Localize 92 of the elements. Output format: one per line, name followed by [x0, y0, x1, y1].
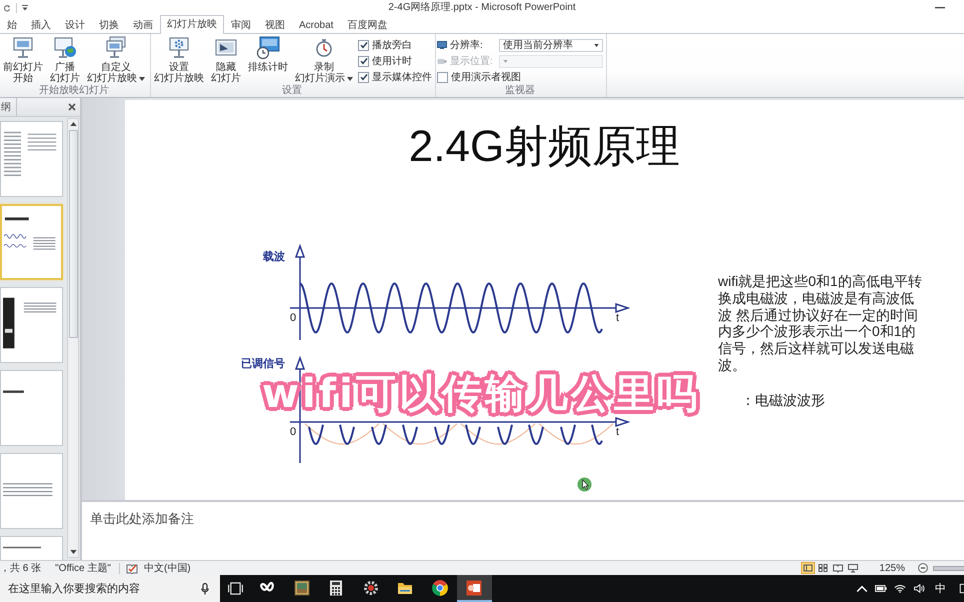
screen-clock-icon: [256, 36, 280, 60]
ribbon-button[interactable]: 自定义 幻灯片放映: [85, 36, 147, 84]
ribbon-tab[interactable]: 插入: [24, 16, 58, 34]
ribbon-button[interactable]: 设置 幻灯片放映: [152, 36, 206, 84]
caret-icon: [503, 60, 508, 62]
zoom-slider-track[interactable]: [933, 566, 964, 570]
ribbon-button[interactable]: 录制 幻灯片演示: [293, 36, 355, 84]
axis-label: t: [616, 312, 620, 324]
normal-view-icon[interactable]: [801, 562, 816, 574]
zoom-out-icon[interactable]: [918, 563, 928, 573]
task-view-icon: [228, 582, 242, 595]
book-check-icon[interactable]: [126, 562, 138, 574]
slide-thumbnail[interactable]: [0, 370, 63, 446]
group-label: 开始放映幻灯片: [38, 85, 110, 97]
origin-label: 0: [290, 426, 296, 438]
square-outline-icon[interactable]: [959, 583, 964, 594]
ribbon-tab[interactable]: Acrobat: [292, 16, 340, 34]
calculator-icon: [328, 580, 344, 596]
battery-icon[interactable]: [875, 584, 887, 593]
window-title: 2-4G网络原理.pptx - Microsoft PowerPoint: [388, 1, 576, 14]
scroll-up-icon[interactable]: [70, 122, 76, 126]
ribbon-tab[interactable]: 始: [0, 16, 24, 34]
ribbon-tab[interactable]: 百度网盘: [340, 16, 394, 34]
picture-frame-icon: [294, 580, 310, 596]
dropdown-field[interactable]: 使用当前分辨率: [499, 38, 603, 52]
ribbon-button[interactable]: 隐藏 幻灯片: [209, 36, 243, 84]
slide-paragraph: wifi就是把这些0和1的高低电平转换成电磁波，电磁波是有高波低波 然后通过协议好在一定的时间内多少个波形表示出一个0和1的信号，然后这样就可以发送电磁波。: [718, 273, 923, 374]
slide-thumbnail[interactable]: [0, 204, 63, 280]
close-icon[interactable]: [68, 103, 76, 111]
input-method-indicator[interactable]: 中: [935, 581, 946, 596]
slide-thumbnail[interactable]: [0, 121, 63, 197]
monitor-icon: [437, 41, 447, 49]
segmented-circle-icon: [432, 580, 448, 596]
reading-view-icon[interactable]: [831, 562, 846, 574]
checkbox[interactable]: [358, 72, 369, 82]
ribbon-tab[interactable]: 审阅: [224, 16, 258, 34]
field-label: 分辨率:: [450, 38, 484, 52]
language[interactable]: 中文(中国): [144, 562, 191, 574]
speaker-icon[interactable]: [913, 584, 925, 593]
slide-sorter-icon[interactable]: [816, 562, 830, 574]
wifi-icon[interactable]: [894, 584, 906, 593]
caret-icon: [139, 76, 145, 80]
taskbar-button[interactable]: [457, 575, 492, 602]
checkbox[interactable]: [358, 56, 369, 66]
group-label: 监视器: [504, 85, 536, 97]
checkbox[interactable]: [437, 72, 448, 82]
checkbox-label: 播放旁白: [372, 38, 412, 52]
caret-icon: [347, 76, 353, 80]
screen-globe-icon: [53, 36, 77, 60]
ribbon-tab[interactable]: 视图: [258, 16, 292, 34]
ribbon-button[interactable]: 前幻灯片 开始: [1, 36, 45, 84]
ribbon-tab[interactable]: 设计: [58, 16, 92, 34]
cursor-icon: [577, 477, 592, 492]
stacked-screens-icon: [104, 36, 128, 60]
circular-arrow-icon[interactable]: [3, 4, 11, 12]
scrollbar-thumb[interactable]: [68, 130, 78, 338]
zoom-level[interactable]: 125%: [879, 562, 905, 574]
chevron-up-icon[interactable]: [856, 584, 868, 593]
origin-label: 0: [290, 312, 296, 324]
checkbox-label: 显示媒体控件: [372, 71, 432, 84]
checkbox[interactable]: [358, 40, 369, 50]
wave-label: 已调信号: [241, 357, 285, 370]
microphone-icon[interactable]: [201, 583, 209, 595]
scroll-down-icon[interactable]: [70, 550, 76, 554]
slideshow-icon[interactable]: [846, 562, 860, 574]
slide-thumbnail[interactable]: [0, 287, 63, 363]
projector-screen-icon: [11, 36, 35, 60]
axis-label: t: [616, 426, 620, 438]
ribbon-button[interactable]: 广播 幻灯片: [48, 36, 82, 84]
ribbon-tab[interactable]: 切换: [92, 16, 126, 34]
scrollbar-track[interactable]: [67, 118, 79, 558]
minimize-icon[interactable]: [935, 6, 945, 8]
ribbon-tab[interactable]: 幻灯片放映: [160, 15, 224, 34]
search-field[interactable]: 在这里输入你要搜索的内容: [0, 575, 220, 602]
wave-label: 载波: [263, 250, 285, 263]
gear-icon: [362, 580, 379, 596]
caret-icon: [594, 44, 599, 46]
checkbox-label: 使用计时: [372, 54, 412, 68]
projector-icon: [437, 57, 447, 65]
theme-name: "Office 主题": [55, 562, 111, 574]
figure-caption: ：电磁波波形: [741, 392, 825, 409]
caret-icon[interactable]: [22, 4, 28, 10]
screen-gear-icon: [167, 36, 191, 60]
field-label: 显示位置:: [450, 54, 494, 68]
slide-thumbnail[interactable]: [0, 453, 63, 529]
group-label: 设置: [281, 85, 303, 97]
ribbon-button[interactable]: 排练计时: [246, 36, 290, 73]
checkbox-label: 使用演示者视图: [451, 70, 521, 84]
slide-title: 2.4G射频原理: [408, 121, 680, 173]
slide-position: ，共 6 张: [0, 562, 42, 574]
presentation-tile-icon: [466, 580, 482, 596]
ribbon-tab[interactable]: 动画: [126, 16, 160, 34]
